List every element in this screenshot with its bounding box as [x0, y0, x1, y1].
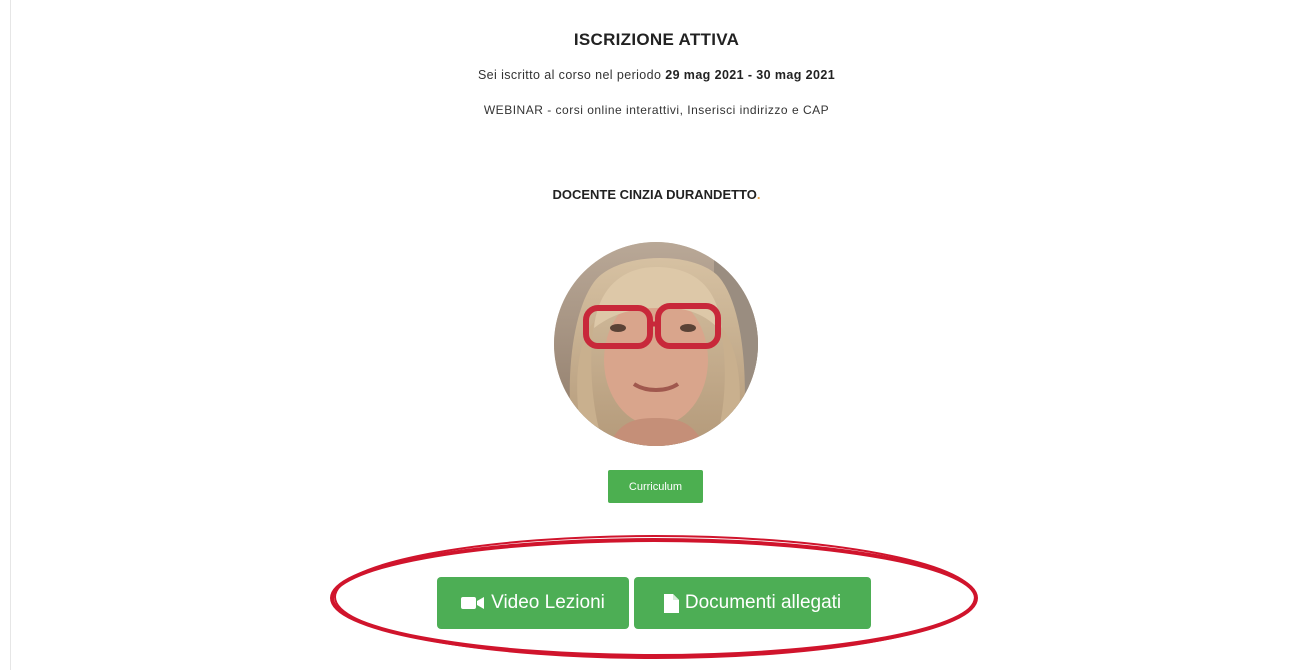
period-prefix: Sei iscritto al corso nel periodo [477, 68, 662, 82]
teacher-dot: . [756, 187, 761, 202]
enrollment-panel: ISCRIZIONE ATTIVA Sei iscritto al corso … [0, 0, 1293, 670]
teacher-heading: DOCENTE CINZIA DURANDETTO. [0, 187, 1293, 202]
period-range: 29 mag 2021 - 30 mag 2021 [665, 68, 836, 82]
video-camera-icon [461, 597, 485, 609]
attached-documents-button[interactable]: Documenti allegati [634, 577, 871, 629]
avatar-photo [554, 242, 758, 446]
teacher-name: DOCENTE CINZIA DURANDETTO [552, 187, 757, 202]
attached-documents-label: Documenti allegati [684, 592, 842, 613]
video-lessons-button[interactable]: Video Lezioni [437, 577, 629, 629]
course-type: WEBINAR - corsi online interattivi, Inse… [483, 103, 830, 117]
curriculum-button[interactable]: Curriculum [608, 470, 703, 503]
video-lessons-label: Video Lezioni [491, 592, 605, 613]
document-file-icon [663, 593, 679, 613]
teacher-avatar [554, 242, 758, 446]
enrollment-title: ISCRIZIONE ATTIVA [573, 30, 740, 49]
enrollment-period: Sei iscritto al corso nel periodo 29 mag… [0, 68, 1293, 82]
